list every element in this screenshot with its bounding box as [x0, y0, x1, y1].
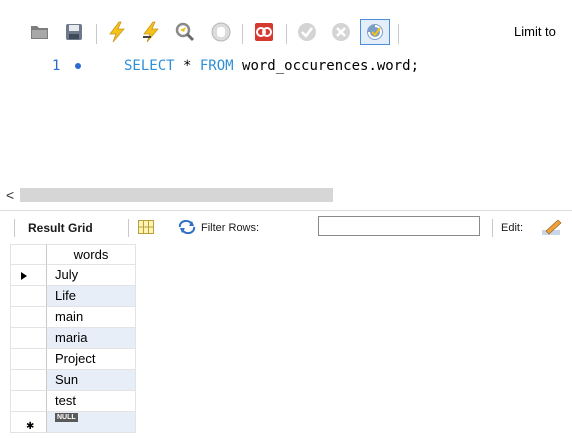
sql-line[interactable]: 1 SELECT * FROM word_occurences.word;: [0, 56, 419, 76]
sql-editor[interactable]: 1 SELECT * FROM word_occurences.word;: [0, 52, 572, 182]
row-gutter[interactable]: [10, 349, 47, 370]
statement-marker: [75, 63, 81, 69]
edit-label: Edit:: [501, 222, 524, 234]
toolbar-separator: [286, 24, 287, 44]
sql-table-ref: word_occurences.word;: [233, 58, 420, 74]
execute-current-icon[interactable]: [138, 18, 164, 46]
grid-cell[interactable]: Project: [47, 349, 136, 370]
column-header-words[interactable]: words: [47, 244, 136, 265]
save-icon[interactable]: [60, 18, 88, 46]
grid-cell[interactable]: Life: [47, 286, 136, 307]
refresh-icon[interactable]: [178, 219, 196, 239]
sql-keyword: FROM: [199, 58, 234, 74]
row-gutter[interactable]: [10, 370, 47, 391]
open-folder-icon[interactable]: [26, 18, 54, 46]
result-toolbar: Result Grid Filter Rows: Edit:: [0, 210, 572, 243]
row-gutter[interactable]: [10, 265, 47, 286]
autocommit-icon[interactable]: [360, 19, 390, 45]
toolbar-separator: [128, 219, 129, 237]
toolbar-separator: [14, 219, 15, 237]
grid-cell[interactable]: NULL: [47, 412, 136, 433]
table-row[interactable]: Life: [10, 286, 136, 307]
new-row-star-icon: ✱: [26, 421, 35, 432]
row-header-corner: [10, 244, 47, 265]
scrollbar-thumb[interactable]: [20, 188, 333, 202]
edit-pencil-icon[interactable]: [542, 218, 564, 241]
line-number: 1: [52, 58, 61, 74]
row-gutter[interactable]: [10, 328, 47, 349]
table-row[interactable]: main: [10, 307, 136, 328]
sql-keyword: SELECT: [124, 58, 175, 74]
toggle-error-icon[interactable]: [250, 18, 278, 46]
grid-cell[interactable]: July: [47, 265, 136, 286]
table-row[interactable]: July: [10, 265, 136, 286]
row-gutter[interactable]: [10, 391, 47, 412]
toolbar-separator: [242, 24, 243, 44]
row-gutter[interactable]: ✱: [10, 412, 47, 433]
execute-icon[interactable]: [104, 18, 130, 46]
grid-cell[interactable]: test: [47, 391, 136, 412]
row-gutter[interactable]: [10, 307, 47, 328]
grid-cell[interactable]: Sun: [47, 370, 136, 391]
stop-icon[interactable]: [208, 18, 234, 46]
current-row-arrow-icon: [21, 272, 27, 280]
table-row[interactable]: maria: [10, 328, 136, 349]
sql-statement[interactable]: SELECT * FROM word_occurences.word;: [124, 56, 419, 76]
row-gutter[interactable]: [10, 286, 47, 307]
result-grid-tab[interactable]: Result Grid: [28, 221, 93, 235]
filter-rows-label: Filter Rows:: [201, 222, 260, 234]
explain-icon[interactable]: [172, 18, 200, 46]
limit-rows-label[interactable]: Limit to: [514, 20, 556, 44]
grid-cell[interactable]: main: [47, 307, 136, 328]
grid-cell[interactable]: maria: [47, 328, 136, 349]
table-row[interactable]: Project: [10, 349, 136, 370]
null-badge: NULL: [55, 413, 78, 422]
rollback-icon[interactable]: [328, 18, 354, 46]
commit-icon[interactable]: [294, 18, 320, 46]
toolbar-separator: [492, 219, 493, 237]
toolbar-separator: [96, 24, 97, 44]
editor-horizontal-scrollbar[interactable]: <: [0, 186, 572, 204]
table-row[interactable]: Sun: [10, 370, 136, 391]
filter-rows-input[interactable]: [318, 216, 480, 236]
toolbar-separator: [398, 24, 399, 44]
new-row[interactable]: ✱ NULL: [10, 412, 136, 433]
sql-star: *: [174, 58, 200, 74]
scroll-left-icon[interactable]: <: [6, 186, 14, 204]
grid-header-row: words: [10, 244, 136, 265]
grid-view-icon[interactable]: [138, 220, 154, 239]
table-row[interactable]: test: [10, 391, 136, 412]
